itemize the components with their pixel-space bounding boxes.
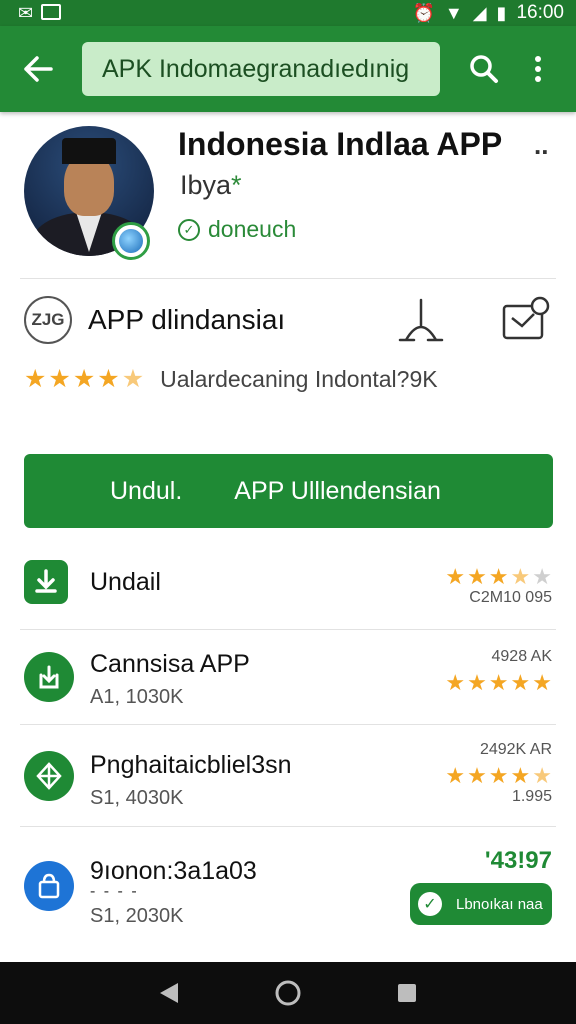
- developer-label: Ibya: [180, 170, 232, 200]
- rating-row: ★ ★ ★ ★ ★ Ualardecaning Indontal?9K: [24, 366, 438, 393]
- star-icon: ★: [488, 670, 509, 695]
- list-item[interactable]: Undail ★ ★ ★ ★ ★ C2M10 095: [0, 548, 576, 628]
- star-icon: ★: [510, 670, 531, 695]
- rating-stars: ★ ★ ★ ★ ★: [24, 367, 144, 392]
- list-item-title: Cannsisa APP: [90, 650, 250, 678]
- list-item-title: Undail: [90, 568, 161, 596]
- list-item-dots: - - - -: [90, 883, 139, 900]
- star-icon: ★: [97, 365, 120, 393]
- list-item-meta: 2492K AR ★ ★ ★ ★ ★ 1.995: [445, 741, 552, 806]
- content-rating-icon: ZJG: [24, 296, 72, 344]
- mail-icon: ✉: [18, 3, 34, 23]
- star-icon: ★: [445, 763, 466, 788]
- more-vert-icon: [535, 56, 541, 82]
- nav-back-icon: [160, 983, 179, 1003]
- verified-row: ✓ doneuch: [178, 216, 296, 243]
- star-icon: ★: [445, 670, 466, 695]
- developer-mark: *: [231, 170, 242, 200]
- list-item-subtitle: S1, 4030K: [90, 787, 184, 809]
- star-icon: ★: [532, 564, 552, 589]
- status-time: 16:00: [516, 2, 564, 23]
- more-options-button[interactable]: [516, 47, 560, 91]
- star-icon: ★: [510, 763, 531, 788]
- list-item-price: '43!97: [485, 847, 552, 875]
- developer-name[interactable]: Ibya*: [180, 170, 242, 201]
- star-icon: ★: [488, 763, 509, 788]
- list-item-meta-bottom: C2M10 095: [469, 589, 552, 606]
- list-item-meta-top: 4928 AK: [491, 648, 553, 665]
- nav-recents-icon: [397, 984, 416, 1002]
- verified-badge-icon: [112, 222, 150, 260]
- rating-text: Ualardecaning Indontal?9K: [160, 366, 438, 392]
- nav-home-button[interactable]: [270, 975, 306, 1011]
- star-icon: ★: [72, 365, 96, 393]
- wifi-icon: ▼: [444, 3, 463, 23]
- back-button[interactable]: [18, 49, 58, 89]
- arrow-left-icon: [24, 56, 53, 82]
- wishlist-icon[interactable]: [500, 294, 552, 342]
- list-item-title: 9ıonon:3a1a03: [90, 857, 257, 885]
- search-button[interactable]: [462, 47, 506, 91]
- star-icon: ★: [510, 564, 531, 589]
- list-item-title: Pnghaitaicbliel3sn: [90, 751, 292, 779]
- list-item-meta: 4928 AK ★ ★ ★ ★ ★: [445, 648, 552, 695]
- list-item-meta-bottom: 1.995: [511, 788, 552, 805]
- search-icon: [470, 55, 498, 83]
- list-item-stars: ★ ★ ★ ★ ★: [445, 566, 552, 588]
- star-icon: ★: [467, 564, 487, 589]
- alarm-icon: ⏰: [412, 3, 435, 23]
- star-icon: ★: [445, 564, 466, 589]
- check-icon: ✓: [418, 892, 442, 916]
- share-icon[interactable]: [394, 296, 448, 346]
- install-label-right: APP Ulllendensian: [234, 476, 441, 505]
- star-icon: ★: [532, 763, 552, 788]
- search-input[interactable]: APK Indomaegranadıedınig: [82, 42, 440, 96]
- nav-back-button[interactable]: [151, 975, 187, 1011]
- nav-home-icon: [275, 980, 301, 1006]
- list-item-stars: ★ ★ ★ ★ ★: [445, 672, 552, 694]
- list-item-meta: ★ ★ ★ ★ ★ C2M10 095: [445, 566, 552, 607]
- app-title: Indonesia Indlaa APP: [178, 126, 503, 162]
- star-icon: ★: [121, 365, 145, 393]
- info-label: APP dlindansiaı: [88, 304, 286, 335]
- list-item-meta-top: 2492K AR: [479, 741, 552, 758]
- divider: [20, 278, 556, 279]
- check-circle-icon: ✓: [178, 218, 200, 241]
- star-icon: ★: [532, 670, 552, 695]
- install-label-left: Undul.: [110, 476, 183, 505]
- star-icon: ★: [48, 365, 71, 393]
- diamond-icon: [24, 751, 74, 801]
- list-item[interactable]: Pnghaitaicbliel3sn S1, 4030K 2492K AR ★ ★…: [0, 725, 576, 825]
- star-icon: ★: [24, 365, 47, 393]
- star-icon: ★: [467, 670, 487, 695]
- install-button[interactable]: Undul. APP Ulllendensian: [24, 454, 553, 528]
- list-item-subtitle: S1, 2030K: [90, 905, 184, 927]
- gmail-icon: [41, 4, 62, 20]
- title-more: ..: [534, 130, 549, 160]
- shopping-bag-icon: [24, 861, 74, 911]
- battery-icon: ▮: [496, 3, 507, 23]
- star-icon: ★: [467, 763, 487, 788]
- info-row: ZJG APP dlindansiaı: [0, 288, 576, 352]
- list-item-stars: ★ ★ ★ ★ ★: [445, 765, 552, 787]
- navigation-bar: [0, 962, 576, 1024]
- app-bar: APK Indomaegranadıedınig: [0, 26, 576, 112]
- download-icon: [24, 560, 68, 604]
- price-text: '43!97: [484, 847, 552, 874]
- status-bar: ✉ ⏰ ▼ ◢ ▮ 16:00: [0, 0, 576, 26]
- nav-recents-button[interactable]: [389, 975, 425, 1011]
- star-icon: ★: [488, 564, 509, 589]
- list-item[interactable]: Cannsisa APP A1, 1030K 4928 AK ★ ★ ★ ★ ★: [0, 630, 576, 724]
- install-box-icon: [24, 652, 74, 702]
- signal-icon: ◢: [472, 3, 487, 23]
- list-item[interactable]: 9ıonon:3a1a03 - - - - S1, 2030K '43!97 ✓…: [0, 827, 576, 957]
- open-button[interactable]: ✓ Lbnoıkaı naa: [410, 883, 552, 925]
- open-button-label: Lbnoıkaı naa: [456, 895, 543, 913]
- app-header: Indonesia Indlaa APP .. Ibya* ✓ doneuch: [0, 112, 576, 272]
- verified-text: doneuch: [208, 216, 297, 242]
- list-item-subtitle: A1, 1030K: [90, 686, 184, 708]
